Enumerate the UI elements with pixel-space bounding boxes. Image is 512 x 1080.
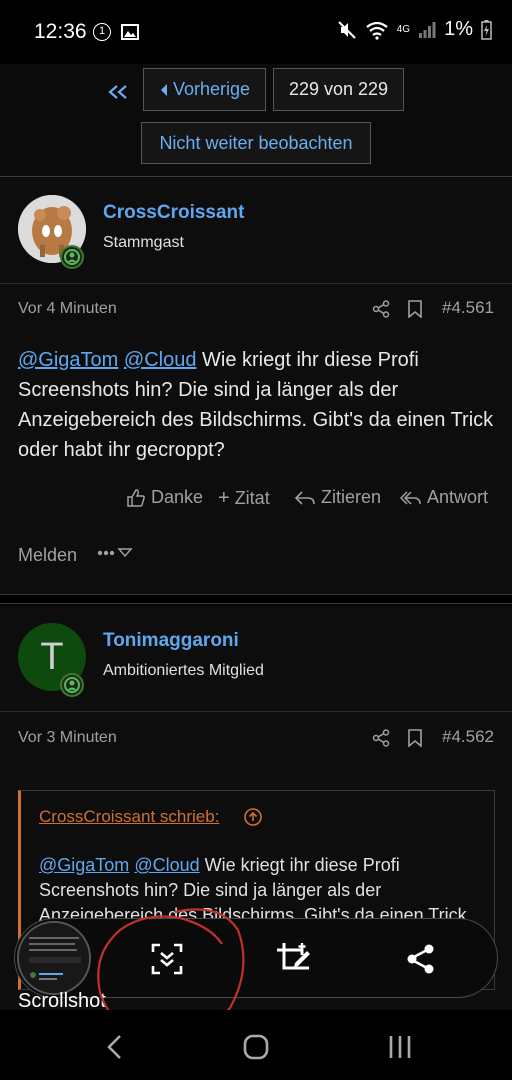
quote-label: Zitat [234, 488, 270, 508]
mention-link[interactable]: @GigaTom [18, 349, 118, 371]
mention-link[interactable]: @Cloud [134, 855, 199, 875]
pagination-bar: Vorherige 229 von 229 Nicht weiter beoba… [0, 64, 512, 176]
caret-left-icon [160, 83, 167, 96]
post-time[interactable]: Vor 3 Minuten [18, 729, 117, 747]
unwatch-button[interactable]: Nicht weiter beobachten [141, 122, 371, 164]
post-4561: CrossCroissant Stammgast Vor 4 Minuten #… [0, 177, 512, 594]
user-status-icon [60, 245, 84, 269]
username[interactable]: Tonimaggaroni [103, 630, 239, 652]
post-number[interactable]: #4.562 [442, 727, 494, 747]
home-icon[interactable] [243, 1034, 269, 1060]
reply-label: Antwort [427, 487, 489, 507]
battery-percent: 1% [444, 18, 473, 40]
quote-source-link[interactable]: CrossCroissant schrieb: [39, 807, 219, 827]
back-icon[interactable] [104, 1034, 124, 1060]
wifi-icon [366, 21, 388, 40]
mention-link[interactable]: @GigaTom [39, 855, 129, 875]
like-label: Danke [151, 487, 204, 507]
reply-all-icon [400, 490, 421, 505]
mute-icon [338, 20, 356, 39]
multiquote-label: Zitieren [321, 487, 382, 507]
quote-content: @GigaTom @Cloud Wie kriegt ihr diese Pro… [39, 853, 489, 928]
user-status-icon [60, 673, 84, 697]
user-title: Stammgast [103, 234, 184, 251]
page-indicator: 229 von 229 [288, 79, 389, 99]
post-meta: Vor 4 Minuten #4.561 [0, 286, 512, 334]
bookmark-icon[interactable] [407, 729, 423, 747]
post-actions: Danke + Zitat Zitieren Antwort [0, 487, 512, 517]
more-dots-icon [97, 548, 133, 558]
bookmark-icon[interactable] [407, 300, 423, 318]
user-title: Ambitioniertes Mitglied [103, 662, 264, 679]
battery-charging-icon [481, 19, 492, 40]
reply-arrow-icon [294, 490, 315, 505]
quote-button[interactable]: + Zitat [218, 487, 270, 510]
scroll-capture-icon[interactable] [149, 941, 185, 977]
thumbs-up-icon [127, 488, 145, 507]
signal-icon [419, 21, 436, 38]
arrow-up-circle-icon[interactable] [243, 807, 263, 827]
mention-link[interactable]: @Cloud [124, 349, 197, 371]
post-content: @GigaTom @Cloud Wie kriegt ihr diese Pro… [18, 345, 496, 465]
screenshot-toolbar [14, 918, 498, 998]
system-nav-bar [0, 1010, 512, 1080]
more-actions-button[interactable] [97, 545, 135, 559]
share-icon[interactable] [403, 941, 439, 977]
crop-edit-icon[interactable] [275, 941, 311, 977]
post-meta: Vor 3 Minuten #4.562 [0, 715, 512, 763]
screenshot-preview-image [19, 923, 89, 993]
report-button[interactable]: Melden [18, 545, 77, 566]
network-type: 4G [396, 23, 411, 35]
plus-icon: + [218, 487, 230, 509]
share-icon[interactable] [372, 729, 390, 747]
previous-page-button[interactable]: Vorherige [143, 68, 266, 111]
unwatch-label: Nicht weiter beobachten [159, 132, 353, 153]
previous-label: Vorherige [172, 79, 251, 99]
image-notification-icon [121, 24, 139, 40]
notification-count-icon: 1 [93, 23, 111, 41]
post-number[interactable]: #4.561 [442, 298, 494, 318]
username[interactable]: CrossCroissant [103, 202, 245, 224]
divider [0, 283, 512, 284]
divider [0, 711, 512, 712]
share-icon[interactable] [372, 300, 390, 318]
post-separator [0, 594, 512, 604]
post-secondary-actions: Melden [0, 545, 512, 575]
reply-button[interactable]: Antwort [400, 487, 488, 508]
like-button[interactable]: Danke [126, 487, 203, 508]
double-chevron-left-icon [108, 85, 127, 99]
status-time: 12:36 [34, 20, 87, 43]
recents-icon[interactable] [388, 1034, 412, 1060]
status-bar: 12:36 1 4G 1% [0, 0, 512, 64]
first-page-button[interactable] [100, 72, 136, 112]
multiquote-button[interactable]: Zitieren [294, 487, 381, 508]
post-time[interactable]: Vor 4 Minuten [18, 300, 117, 318]
screenshot-thumbnail[interactable] [17, 921, 91, 995]
page-selector-button[interactable]: 229 von 229 [273, 68, 404, 111]
